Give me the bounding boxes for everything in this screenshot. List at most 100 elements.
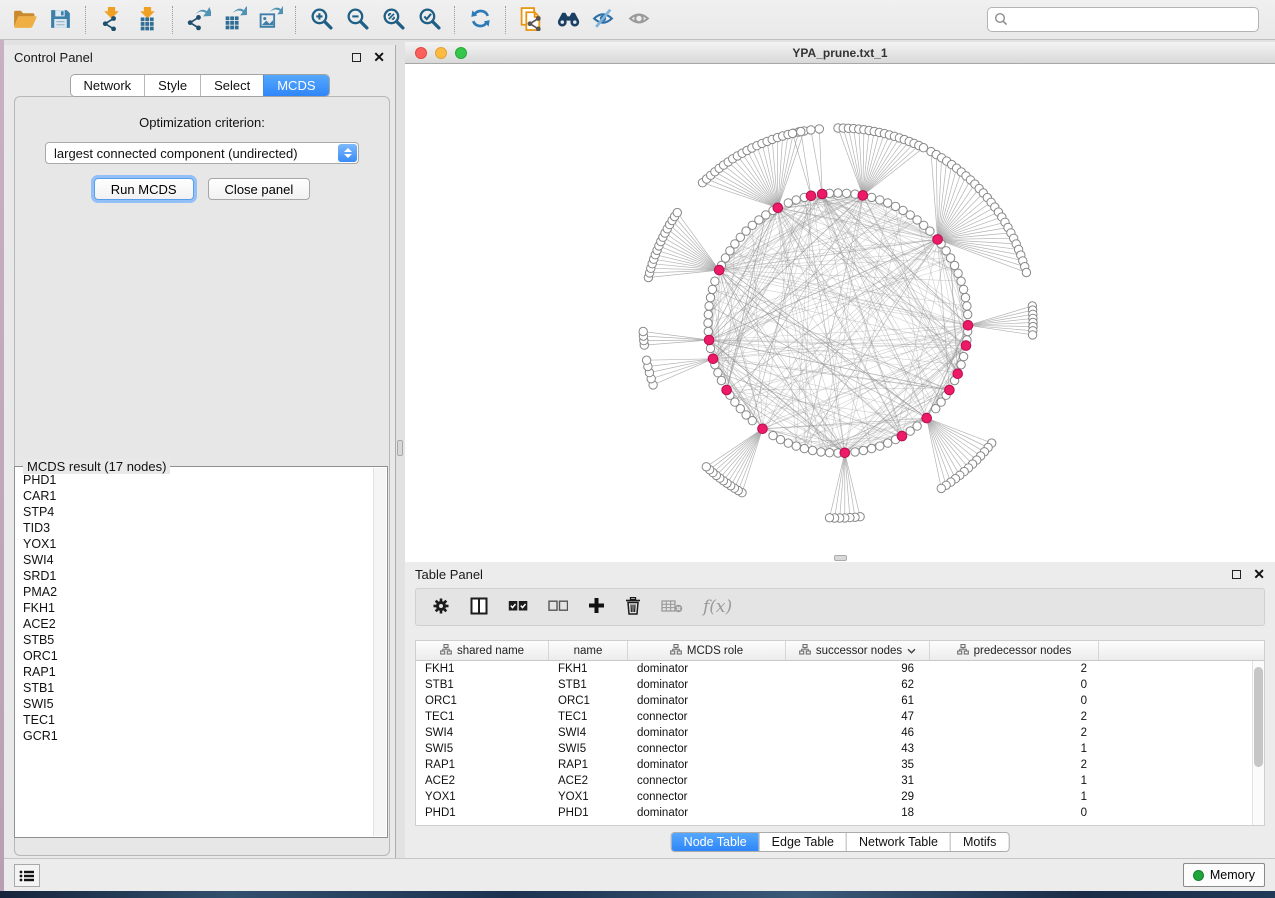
network-node[interactable] xyxy=(961,293,969,301)
network-node[interactable] xyxy=(784,439,792,447)
mcds-hub-node[interactable] xyxy=(933,235,943,245)
result-node-item[interactable]: SWI4 xyxy=(23,552,373,568)
tab-style[interactable]: Style xyxy=(144,75,200,96)
network-node[interactable] xyxy=(706,344,714,352)
network-node[interactable] xyxy=(800,444,808,452)
table-row[interactable]: TEC1TEC1connector472 xyxy=(416,709,1264,725)
table-row[interactable]: STB1STB1dominator620 xyxy=(416,677,1264,693)
mcds-hub-node[interactable] xyxy=(806,191,816,201)
column-header-MCDS-role[interactable]: MCDS role xyxy=(628,641,786,661)
table-row[interactable]: ORC1ORC1dominator610 xyxy=(416,693,1264,709)
result-node-item[interactable]: ORC1 xyxy=(23,648,373,664)
column-header-successor-nodes[interactable]: successor nodes xyxy=(786,641,930,661)
toolbar-export-network-button[interactable] xyxy=(182,4,214,36)
window-maximize-button[interactable] xyxy=(455,47,467,59)
mcds-hub-node[interactable] xyxy=(773,203,783,213)
network-node[interactable] xyxy=(825,449,833,457)
toolbar-show-all-button[interactable] xyxy=(623,4,655,36)
network-node[interactable] xyxy=(704,319,712,327)
network-leaf-node[interactable] xyxy=(797,127,805,135)
network-leaf-node[interactable] xyxy=(1022,268,1030,276)
tab-select[interactable]: Select xyxy=(200,75,263,96)
close-panel-button[interactable]: Close panel xyxy=(208,178,311,200)
result-list-scrollbar[interactable] xyxy=(373,468,386,836)
result-node-item[interactable]: TID3 xyxy=(23,520,373,536)
network-leaf-node[interactable] xyxy=(1028,331,1036,339)
tab-edge-table[interactable]: Edge Table xyxy=(759,833,846,851)
column-header-shared-name[interactable]: shared name xyxy=(416,641,549,661)
network-leaf-node[interactable] xyxy=(815,125,823,133)
network-node[interactable] xyxy=(792,196,800,204)
tab-motifs[interactable]: Motifs xyxy=(950,833,1008,851)
network-node[interactable] xyxy=(950,261,958,269)
table-row[interactable]: YOX1YOX1connector291 xyxy=(416,789,1264,805)
mcds-hub-node[interactable] xyxy=(704,335,714,345)
table-scrollbar-thumb[interactable] xyxy=(1254,667,1263,767)
mcds-hub-node[interactable] xyxy=(953,369,963,379)
column-header-predecessor-nodes[interactable]: predecessor nodes xyxy=(930,641,1099,661)
tab-mcds[interactable]: MCDS xyxy=(263,75,328,96)
network-canvas[interactable] xyxy=(405,64,1275,561)
table-row[interactable]: SWI4SWI4dominator462 xyxy=(416,725,1264,741)
toolbar-zoom-fit-button[interactable] xyxy=(377,4,409,36)
window-close-button[interactable] xyxy=(415,47,427,59)
close-panel-icon[interactable]: ✕ xyxy=(373,52,385,62)
result-node-item[interactable]: STB5 xyxy=(23,632,373,648)
network-leaf-node[interactable] xyxy=(825,514,833,522)
mcds-hub-node[interactable] xyxy=(897,431,907,441)
result-node-item[interactable]: PHD1 xyxy=(23,472,373,488)
mcds-hub-node[interactable] xyxy=(722,385,732,395)
network-node[interactable] xyxy=(842,189,850,197)
network-node[interactable] xyxy=(867,193,875,201)
table-select-all-button[interactable] xyxy=(508,595,528,619)
network-leaf-node[interactable] xyxy=(807,126,815,134)
network-node[interactable] xyxy=(706,293,714,301)
table-settings-gear-button[interactable] xyxy=(432,595,450,619)
toolbar-export-table-button[interactable] xyxy=(218,4,250,36)
mcds-hub-node[interactable] xyxy=(714,265,724,275)
table-row[interactable]: FKH1FKH1dominator962 xyxy=(416,661,1264,677)
toolbar-zoom-out-button[interactable] xyxy=(341,4,373,36)
network-leaf-node[interactable] xyxy=(937,484,945,492)
result-node-item[interactable]: YOX1 xyxy=(23,536,373,552)
network-node[interactable] xyxy=(926,227,934,235)
mcds-hub-node[interactable] xyxy=(840,448,850,458)
column-header-name[interactable]: name xyxy=(549,641,628,661)
task-history-button[interactable] xyxy=(14,864,40,887)
network-node[interactable] xyxy=(817,448,825,456)
network-leaf-node[interactable] xyxy=(639,327,647,335)
window-minimize-button[interactable] xyxy=(435,47,447,59)
close-table-panel-icon[interactable]: ✕ xyxy=(1253,569,1265,579)
result-node-item[interactable]: STB1 xyxy=(23,680,373,696)
network-node[interactable] xyxy=(717,376,725,384)
mcds-hub-node[interactable] xyxy=(963,321,973,331)
network-node[interactable] xyxy=(792,442,800,450)
network-node[interactable] xyxy=(959,285,967,293)
search-input[interactable] xyxy=(987,7,1259,32)
horizontal-splitter-handle[interactable] xyxy=(397,440,403,456)
toolbar-export-image-button[interactable] xyxy=(254,4,286,36)
network-node[interactable] xyxy=(784,199,792,207)
result-node-item[interactable]: GCR1 xyxy=(23,728,373,744)
network-node[interactable] xyxy=(808,446,816,454)
result-node-item[interactable]: SRD1 xyxy=(23,568,373,584)
toolbar-refresh-layout-button[interactable] xyxy=(464,4,496,36)
memory-button[interactable]: Memory xyxy=(1183,863,1265,887)
table-row[interactable]: SWI5SWI5connector431 xyxy=(416,741,1264,757)
network-graph[interactable] xyxy=(405,64,1275,561)
table-add-column-button[interactable] xyxy=(588,595,605,619)
result-node-item[interactable]: CAR1 xyxy=(23,488,373,504)
network-node[interactable] xyxy=(711,277,719,285)
mcds-hub-node[interactable] xyxy=(922,413,932,423)
mcds-hub-node[interactable] xyxy=(858,191,868,201)
toolbar-clone-network-button[interactable] xyxy=(515,4,547,36)
toolbar-import-table-button[interactable] xyxy=(131,4,163,36)
network-node[interactable] xyxy=(957,361,965,369)
network-node[interactable] xyxy=(704,327,712,335)
network-node[interactable] xyxy=(867,444,875,452)
table-row[interactable]: RAP1RAP1dominator352 xyxy=(416,757,1264,773)
network-leaf-node[interactable] xyxy=(642,356,650,364)
toolbar-zoom-selected-button[interactable] xyxy=(413,4,445,36)
toolbar-find-button[interactable] xyxy=(551,4,583,36)
network-node[interactable] xyxy=(959,352,967,360)
